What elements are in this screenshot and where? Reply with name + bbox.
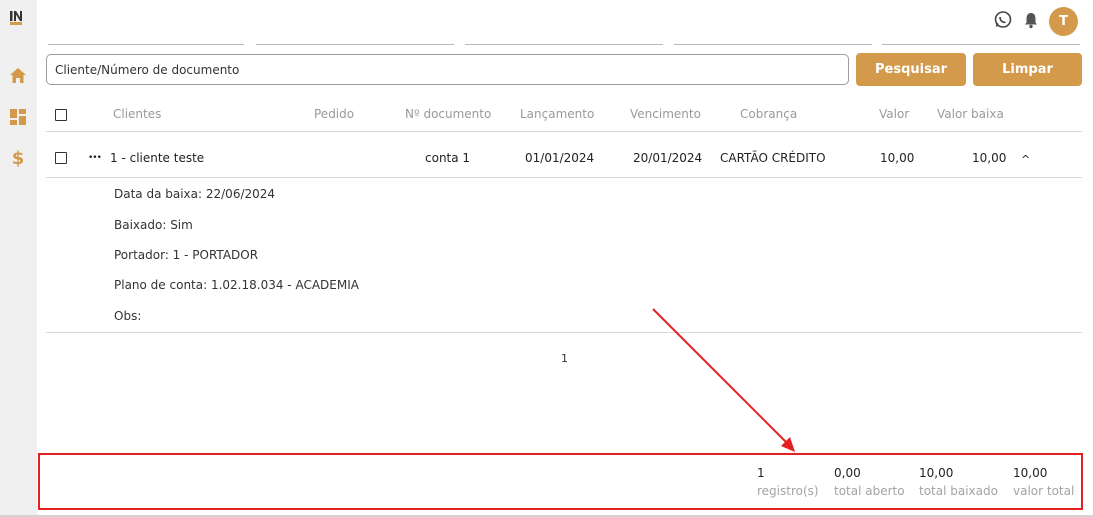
divider [46,332,1082,333]
detail-portador: Portador: 1 - PORTADOR [114,248,259,262]
summary-valor-total-value: 10,00 [1013,466,1048,480]
cell-valor: 10,00 [880,151,915,165]
search-button[interactable]: Pesquisar [856,53,966,86]
clear-button[interactable]: Limpar [973,53,1082,86]
select-all-checkbox[interactable] [55,109,67,121]
cell-cliente: 1 - cliente teste [110,151,205,165]
dollar-icon[interactable]: $ [9,148,27,169]
filter-field[interactable] [256,44,454,45]
column-header-valor[interactable]: Valor [879,107,909,121]
summary-total-baixado-value: 10,00 [919,466,954,480]
detail-obs: Obs: [114,309,142,323]
summary-total-aberto-label: total aberto [834,484,905,498]
home-icon[interactable] [9,66,27,84]
cell-cobranca: CARTÃO CRÉDITO [720,151,826,165]
cell-vencimento: 20/01/2024 [633,151,703,165]
row-actions-icon[interactable]: ••• [88,153,102,163]
row-checkbox[interactable] [55,152,67,164]
summary-highlight-box [38,453,1083,510]
filter-field[interactable] [465,44,663,45]
summary-valor-total-label: valor total [1013,484,1075,498]
summary-registros-value: 1 [757,466,765,480]
search-input[interactable]: Cliente/Número de documento [46,54,849,85]
detail-plano-conta: Plano de conta: 1.02.18.034 - ACADEMIA [114,278,359,292]
column-header-lancamento[interactable]: Lançamento [520,107,594,121]
cell-documento: conta 1 [425,151,471,165]
column-header-vencimento[interactable]: Vencimento [630,107,701,121]
column-header-cobranca[interactable]: Cobrança [740,107,797,121]
column-header-documento[interactable]: Nº documento [405,107,491,121]
summary-registros-label: registro(s) [757,484,819,498]
filter-field[interactable] [48,44,244,45]
column-header-clientes[interactable]: Clientes [113,107,161,121]
pagination-page[interactable]: 1 [561,352,568,365]
filter-field[interactable] [674,44,872,45]
app-logo[interactable] [9,9,25,27]
filter-field[interactable] [882,44,1080,45]
detail-data-baixa: Data da baixa: 22/06/2024 [114,187,276,201]
detail-baixado: Baixado: Sim [114,218,193,232]
collapse-chevron-icon[interactable]: ^ [1021,153,1030,166]
bell-icon[interactable] [1023,11,1039,32]
user-avatar[interactable]: T [1049,7,1078,36]
column-header-valor-baixa[interactable]: Valor baixa [937,107,1004,121]
topbar-icons: T [993,7,1078,36]
summary-total-baixado-label: total baixado [919,484,998,498]
whatsapp-icon[interactable] [993,10,1013,33]
summary-total-aberto-value: 0,00 [834,466,861,480]
column-header-pedido[interactable]: Pedido [314,107,354,121]
sidebar: $ [0,0,37,517]
divider [46,131,1082,132]
cell-lancamento: 01/01/2024 [525,151,595,165]
dashboard-icon[interactable] [9,108,27,126]
cell-valor-baixa: 10,00 [972,151,1007,165]
divider [46,177,1082,178]
